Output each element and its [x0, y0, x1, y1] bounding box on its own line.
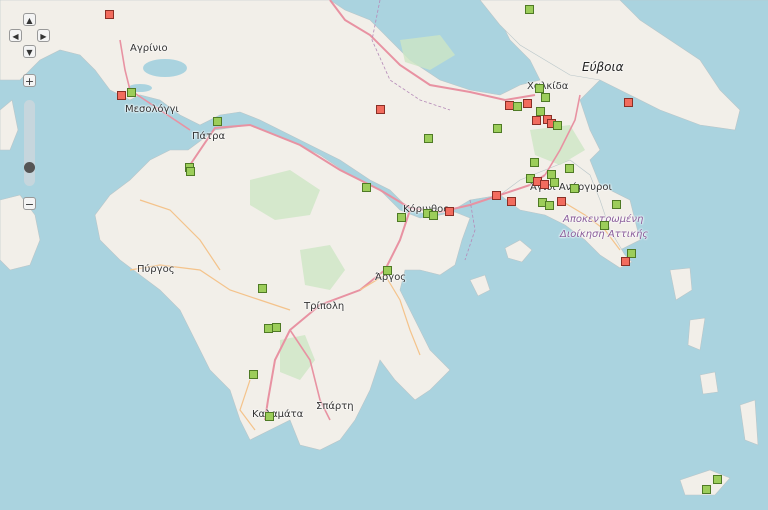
- map-marker[interactable]: [540, 180, 549, 189]
- map-marker[interactable]: [545, 201, 554, 210]
- map-marker[interactable]: [600, 221, 609, 230]
- map-marker[interactable]: [127, 88, 136, 97]
- map-marker[interactable]: [550, 178, 559, 187]
- zoom-in-button[interactable]: +: [23, 74, 36, 88]
- map-marker[interactable]: [702, 485, 711, 494]
- map-marker[interactable]: [553, 121, 562, 130]
- place-label-agrinio: Αγρίνιο: [130, 43, 168, 54]
- place-label-patra: Πάτρα: [192, 131, 226, 142]
- map-marker[interactable]: [265, 412, 274, 421]
- pan-left-button[interactable]: ◀: [9, 29, 22, 42]
- map-viewport[interactable]: Αγρίνιο Μεσολόγγι Πάτρα Πύργος Τρίπολη Ά…: [0, 0, 768, 510]
- map-marker[interactable]: [507, 197, 516, 206]
- pan-up-button[interactable]: ▲: [23, 13, 36, 26]
- place-label-sparti: Σπάρτη: [316, 401, 354, 412]
- zoom-slider-track[interactable]: [24, 100, 35, 186]
- map-marker[interactable]: [493, 124, 502, 133]
- zoom-out-button[interactable]: −: [23, 197, 36, 211]
- place-label-tripoli: Τρίπολη: [304, 301, 345, 312]
- place-label-pyrgos: Πύργος: [137, 264, 175, 275]
- map-marker[interactable]: [397, 213, 406, 222]
- map-marker[interactable]: [249, 370, 258, 379]
- place-label-kalamata: Καλαμάτα: [252, 409, 304, 420]
- map-marker[interactable]: [424, 134, 433, 143]
- map-marker[interactable]: [429, 211, 438, 220]
- place-label-evia: Εύβοια: [582, 60, 624, 74]
- map-marker[interactable]: [362, 183, 371, 192]
- map-marker[interactable]: [383, 266, 392, 275]
- basemap: [0, 0, 768, 496]
- map-marker[interactable]: [445, 207, 454, 216]
- map-marker[interactable]: [117, 91, 126, 100]
- map-marker[interactable]: [105, 10, 114, 19]
- map-marker[interactable]: [272, 323, 281, 332]
- pan-down-button[interactable]: ▼: [23, 45, 36, 58]
- place-label-mesolongi: Μεσολόγγι: [125, 104, 179, 115]
- map-marker[interactable]: [525, 5, 534, 14]
- map-marker[interactable]: [713, 475, 722, 484]
- admin-label-attica-line2: Διοίκηση Αττικής: [560, 229, 649, 240]
- zoom-slider-handle[interactable]: [24, 162, 35, 173]
- map-marker[interactable]: [621, 257, 630, 266]
- map-marker[interactable]: [570, 184, 579, 193]
- map-marker[interactable]: [376, 105, 385, 114]
- map-marker[interactable]: [612, 200, 621, 209]
- map-marker[interactable]: [492, 191, 501, 200]
- pan-right-button[interactable]: ▶: [37, 29, 50, 42]
- place-label-chalkida: Χαλκίδα: [527, 81, 569, 92]
- map-marker[interactable]: [624, 98, 633, 107]
- map-marker[interactable]: [513, 102, 522, 111]
- map-marker[interactable]: [535, 84, 544, 93]
- map-marker[interactable]: [213, 117, 222, 126]
- map-marker[interactable]: [565, 164, 574, 173]
- map-marker[interactable]: [186, 167, 195, 176]
- map-marker[interactable]: [532, 116, 541, 125]
- map-marker[interactable]: [557, 197, 566, 206]
- map-marker[interactable]: [530, 158, 539, 167]
- map-marker[interactable]: [541, 93, 550, 102]
- map-marker[interactable]: [523, 99, 532, 108]
- map-marker[interactable]: [258, 284, 267, 293]
